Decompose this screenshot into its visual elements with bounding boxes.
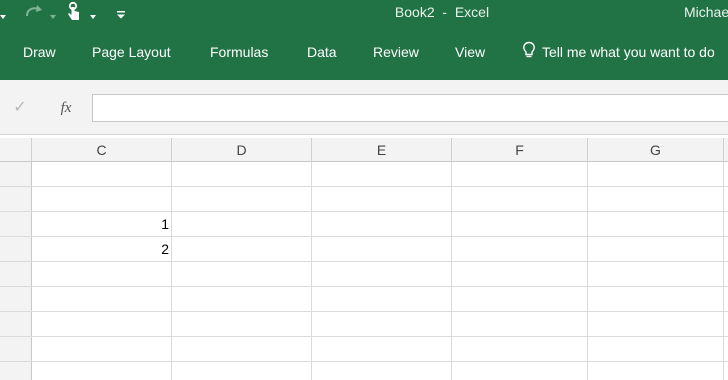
column-header-row: C D E F G [0,138,728,162]
column-header-e[interactable]: E [312,138,452,162]
worksheet-grid[interactable]: 1 2 [0,162,728,380]
tab-formulas[interactable]: Formulas [210,44,268,60]
row-header-column[interactable] [0,162,32,380]
gridline [723,162,724,380]
gridline [451,162,452,380]
select-all-corner[interactable] [0,138,32,162]
column-header-c[interactable]: C [32,138,172,162]
title-bar: Book2 - Excel Michael [0,0,728,24]
gridline [0,336,728,337]
tab-page-layout[interactable]: Page Layout [92,44,171,60]
cell-c4[interactable]: 2 [33,237,169,261]
formula-controls: ✓ fx [0,94,90,122]
gridline [0,361,728,362]
column-header-d[interactable]: D [172,138,312,162]
gridline [587,162,588,380]
column-header-g[interactable]: G [588,138,724,162]
gridline [311,162,312,380]
tell-me-text: Tell me what you want to do [542,44,715,60]
column-header-f[interactable]: F [452,138,588,162]
window-title: Book2 - Excel [394,4,490,20]
formula-bar-area: ✓ fx [0,80,728,135]
ribbon-tab-bar: Draw Page Layout Formulas Data Review Vi… [0,24,728,80]
enter-check-icon[interactable]: ✓ [10,97,30,119]
tab-data[interactable]: Data [307,44,337,60]
tab-review[interactable]: Review [373,44,419,60]
user-name[interactable]: Michael [684,0,728,24]
cell-c3[interactable]: 1 [33,212,169,236]
gridline [0,286,728,287]
gridline [0,186,728,187]
lightbulb-icon [522,41,536,64]
gridline [0,261,728,262]
gridline [171,162,172,380]
formula-input[interactable] [92,94,728,122]
tab-view[interactable]: View [455,44,485,60]
gridline [0,311,728,312]
tell-me-search[interactable]: Tell me what you want to do [522,41,715,64]
tab-draw[interactable]: Draw [23,44,56,60]
insert-function-icon[interactable]: fx [54,97,78,119]
